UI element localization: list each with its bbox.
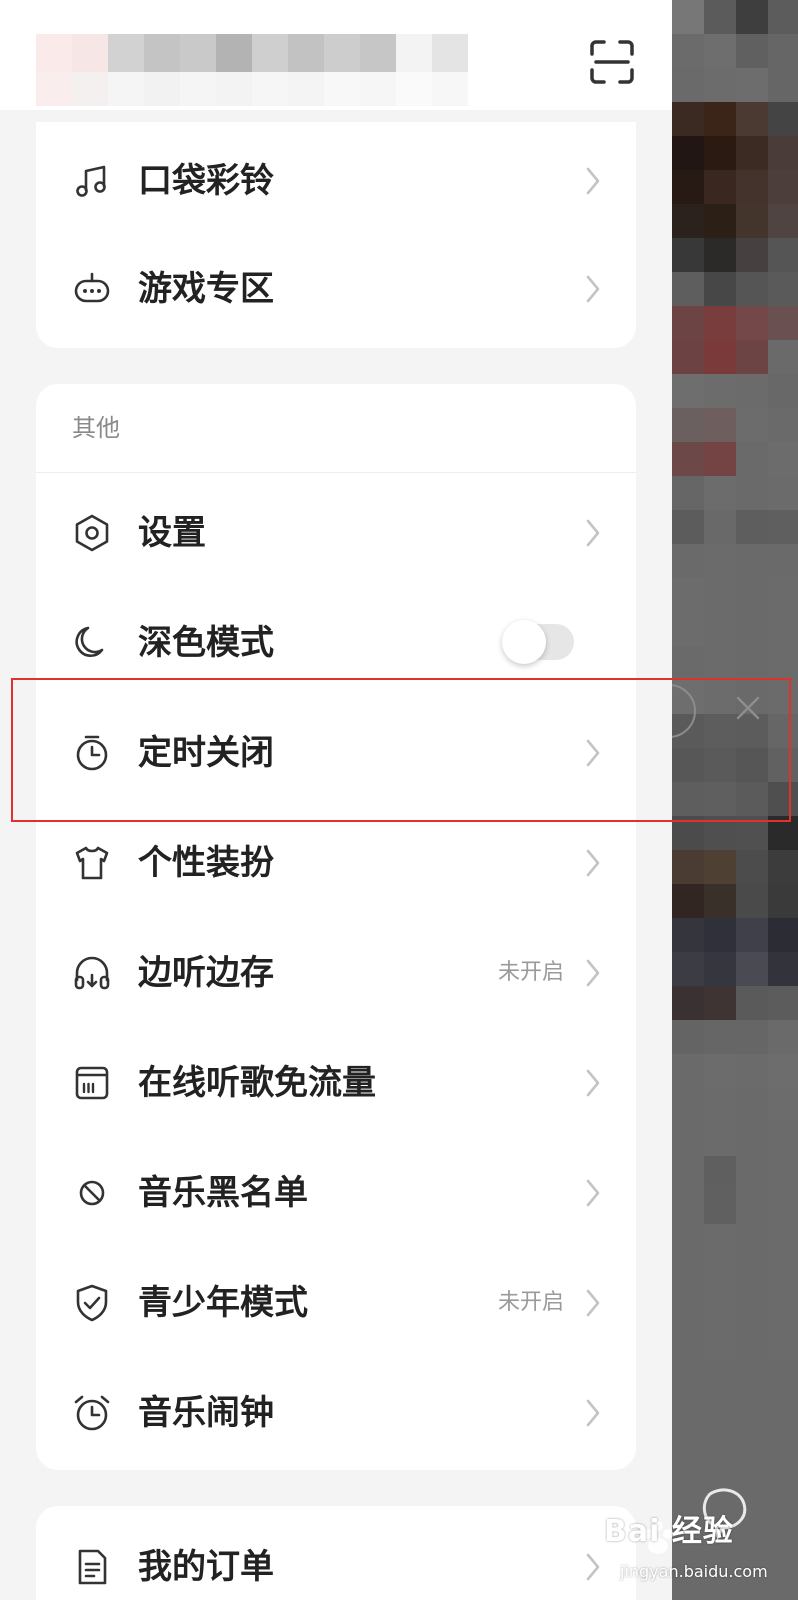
chevron-right-icon	[582, 1287, 604, 1319]
menu-item-personal-theme[interactable]: 个性装扮	[36, 808, 636, 918]
menu-item-label: 口袋彩铃	[138, 161, 274, 201]
document-icon	[72, 1547, 112, 1587]
background-circle-button	[672, 684, 700, 738]
menu-item-music-alarm[interactable]: 音乐闹钟	[36, 1358, 636, 1468]
toggle-knob	[502, 620, 546, 664]
gamepad-icon	[72, 269, 112, 309]
menu-item-label: 我的订单	[138, 1547, 274, 1587]
chevron-right-icon	[582, 517, 604, 549]
menu-item-my-orders[interactable]: 我的订单	[36, 1512, 636, 1600]
headphones-icon	[72, 953, 112, 993]
side-drawer: 口袋彩铃 游戏专区 其他 设置 深色模式 定时关闭 个性装扮 边听边存 未开启 …	[0, 0, 672, 1600]
menu-item-label: 青少年模式	[138, 1283, 308, 1323]
watermark-url: jingyan.baidu.com	[620, 1562, 768, 1581]
chevron-right-icon	[582, 1177, 604, 1209]
scan-icon[interactable]	[584, 34, 640, 90]
menu-item-label: 深色模式	[138, 623, 274, 663]
menu-item-label: 音乐黑名单	[138, 1173, 308, 1213]
chevron-right-icon	[582, 847, 604, 879]
menu-item-free-data[interactable]: 在线听歌免流量	[36, 1028, 636, 1138]
shield-check-icon	[72, 1283, 112, 1323]
menu-item-music-blacklist[interactable]: 音乐黑名单	[36, 1138, 636, 1248]
chevron-right-icon	[582, 273, 604, 305]
chevron-right-icon	[582, 957, 604, 989]
chevron-right-icon	[582, 1067, 604, 1099]
tshirt-icon	[72, 843, 112, 883]
menu-item-label: 边听边存	[138, 953, 274, 993]
pixelated-background	[672, 0, 798, 1600]
menu-item-pocket-ringtone[interactable]: 口袋彩铃	[36, 126, 636, 236]
timer-icon	[72, 733, 112, 773]
menu-item-label: 设置	[138, 513, 206, 553]
section-title: 其他	[72, 414, 120, 442]
watermark-brand: Bai 经验	[604, 1514, 734, 1549]
alarm-clock-icon	[72, 1393, 112, 1433]
blurred-username	[36, 34, 468, 72]
block-icon	[72, 1173, 112, 1213]
menu-item-sleep-timer[interactable]: 定时关闭	[36, 698, 636, 808]
close-icon	[734, 694, 762, 722]
status-text: 未开启	[497, 1290, 564, 1315]
chevron-right-icon	[582, 1397, 604, 1429]
menu-item-label: 游戏专区	[138, 269, 274, 309]
menu-item-settings[interactable]: 设置	[36, 478, 636, 588]
music-note-icon	[72, 161, 112, 201]
sim-card-icon	[72, 1063, 112, 1103]
section-divider	[36, 472, 636, 473]
menu-item-label: 音乐闹钟	[138, 1393, 274, 1433]
others-menu-card: 其他 设置 深色模式 定时关闭 个性装扮 边听边存 未开启 在线听歌免流量 音乐…	[36, 384, 636, 1470]
drawer-header	[0, 0, 672, 110]
status-text: 未开启	[497, 960, 564, 985]
chevron-right-icon	[582, 737, 604, 769]
settings-hexagon-icon	[72, 513, 112, 553]
dimmed-background-content[interactable]	[672, 0, 798, 1600]
dark-mode-toggle[interactable]	[502, 620, 574, 664]
menu-item-label: 定时关闭	[138, 733, 274, 773]
menu-item-label: 个性装扮	[138, 843, 274, 883]
chevron-right-icon	[582, 165, 604, 197]
menu-item-teen-mode[interactable]: 青少年模式 未开启	[36, 1248, 636, 1358]
blurred-username-lower	[36, 72, 468, 106]
chevron-right-icon	[582, 1551, 604, 1583]
moon-icon	[72, 623, 112, 663]
menu-item-dark-mode[interactable]: 深色模式	[36, 588, 636, 698]
top-menu-card: 口袋彩铃 游戏专区	[36, 122, 636, 348]
menu-item-label: 在线听歌免流量	[138, 1063, 376, 1103]
menu-item-listen-and-save[interactable]: 边听边存 未开启	[36, 918, 636, 1028]
bottom-menu-card: 我的订单	[36, 1506, 636, 1600]
menu-item-game-zone[interactable]: 游戏专区	[36, 234, 636, 344]
